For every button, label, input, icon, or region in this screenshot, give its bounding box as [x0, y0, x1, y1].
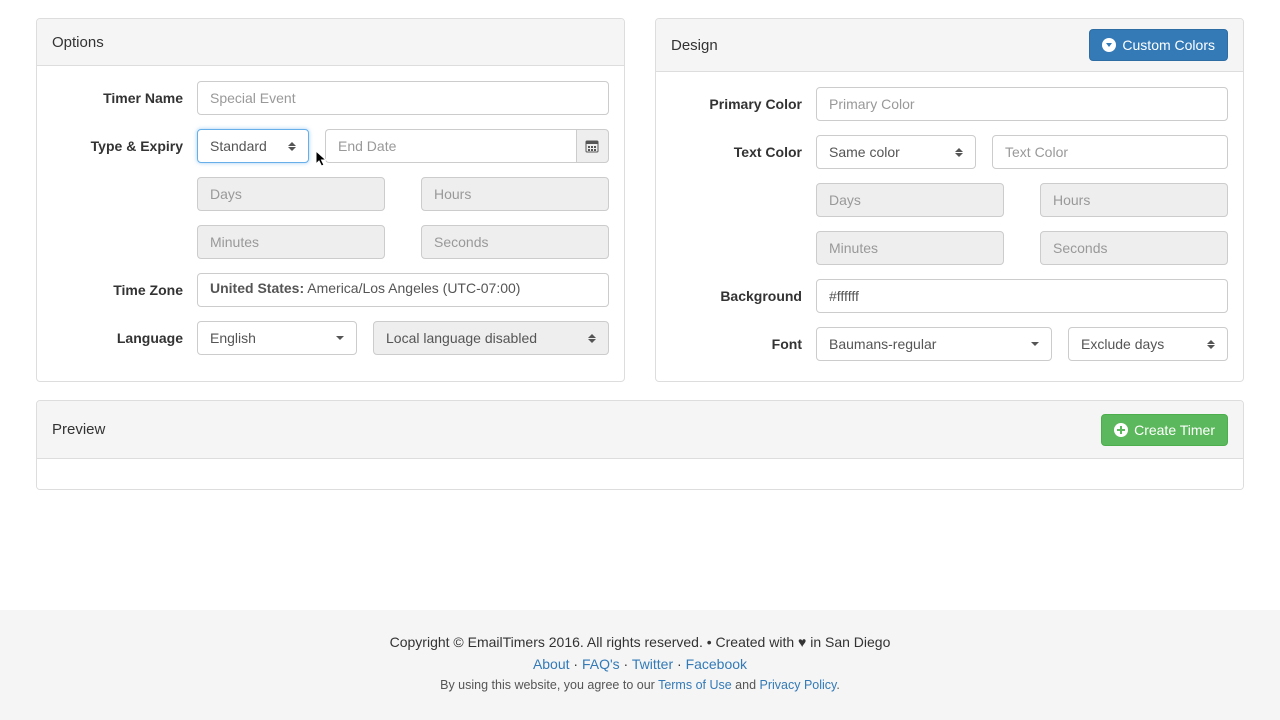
- create-timer-button[interactable]: Create Timer: [1101, 414, 1228, 446]
- design-panel: Design Custom Colors Primary Color Text …: [655, 18, 1244, 382]
- chevron-down-icon: [336, 336, 344, 340]
- design-panel-header: Design Custom Colors: [656, 19, 1243, 72]
- page-footer: Copyright © EmailTimers 2016. All rights…: [0, 610, 1280, 720]
- minutes-input[interactable]: [197, 225, 385, 259]
- design-title: Design: [671, 37, 718, 54]
- type-select-value: Standard: [210, 138, 267, 154]
- font-select[interactable]: Baumans-regular: [816, 327, 1052, 361]
- timezone-select[interactable]: United States: America/Los Angeles (UTC-…: [197, 273, 609, 307]
- days-input[interactable]: [197, 177, 385, 211]
- language-label: Language: [52, 330, 197, 346]
- exclude-days-value: Exclude days: [1081, 336, 1164, 352]
- font-select-value: Baumans-regular: [829, 336, 936, 352]
- end-date-input[interactable]: [325, 129, 576, 163]
- footer-link-twitter[interactable]: Twitter: [632, 656, 673, 672]
- primary-color-input[interactable]: [816, 87, 1228, 121]
- type-select[interactable]: Standard: [197, 129, 309, 163]
- local-language-value: Local language disabled: [386, 330, 537, 346]
- design-days-input[interactable]: [816, 183, 1004, 217]
- background-label: Background: [671, 288, 816, 304]
- language-select-value: English: [210, 330, 256, 346]
- chevron-down-icon: [1031, 342, 1039, 346]
- preview-panel: Preview Create Timer: [36, 400, 1244, 490]
- font-label: Font: [671, 336, 816, 352]
- updown-icon: [955, 148, 963, 157]
- text-color-input[interactable]: [992, 135, 1228, 169]
- options-title: Options: [52, 34, 104, 51]
- custom-colors-button[interactable]: Custom Colors: [1089, 29, 1228, 61]
- design-hours-input[interactable]: [1040, 183, 1228, 217]
- local-language-select[interactable]: Local language disabled: [373, 321, 609, 355]
- type-expiry-label: Type & Expiry: [52, 138, 197, 154]
- seconds-input[interactable]: [421, 225, 609, 259]
- create-timer-label: Create Timer: [1134, 422, 1215, 438]
- background-input[interactable]: [816, 279, 1228, 313]
- updown-icon: [1207, 340, 1215, 349]
- footer-link-about[interactable]: About: [533, 656, 570, 672]
- chevron-circle-down-icon: [1102, 38, 1116, 52]
- timer-name-label: Timer Name: [52, 90, 197, 106]
- footer-legal: By using this website, you agree to our …: [0, 678, 1280, 692]
- options-panel: Options Timer Name Type & Expiry Standar…: [36, 18, 625, 382]
- preview-title: Preview: [52, 421, 105, 438]
- text-color-mode-select[interactable]: Same color: [816, 135, 976, 169]
- timezone-country: United States:: [210, 280, 304, 296]
- preview-header: Preview Create Timer: [37, 401, 1243, 459]
- hours-input[interactable]: [421, 177, 609, 211]
- updown-icon: [288, 142, 296, 151]
- footer-link-facebook[interactable]: Facebook: [686, 656, 747, 672]
- text-color-label: Text Color: [671, 144, 816, 160]
- calendar-button[interactable]: [576, 129, 609, 163]
- updown-icon: [588, 334, 596, 343]
- options-panel-header: Options: [37, 19, 624, 66]
- plus-circle-icon: [1114, 423, 1128, 437]
- language-select[interactable]: English: [197, 321, 357, 355]
- footer-copyright: Copyright © EmailTimers 2016. All rights…: [0, 634, 1280, 650]
- terms-link[interactable]: Terms of Use: [658, 678, 732, 692]
- design-minutes-input[interactable]: [816, 231, 1004, 265]
- text-color-mode-value: Same color: [829, 144, 900, 160]
- timer-name-input[interactable]: [197, 81, 609, 115]
- primary-color-label: Primary Color: [671, 96, 816, 112]
- footer-link-faqs[interactable]: FAQ's: [582, 656, 620, 672]
- design-seconds-input[interactable]: [1040, 231, 1228, 265]
- timezone-value: America/Los Angeles (UTC-07:00): [307, 280, 520, 296]
- custom-colors-label: Custom Colors: [1122, 37, 1215, 53]
- privacy-link[interactable]: Privacy Policy: [760, 678, 837, 692]
- preview-body: [37, 459, 1243, 489]
- footer-links: About · FAQ's · Twitter · Facebook: [0, 656, 1280, 672]
- calendar-icon: [585, 139, 599, 153]
- timezone-label: Time Zone: [52, 282, 197, 298]
- exclude-days-select[interactable]: Exclude days: [1068, 327, 1228, 361]
